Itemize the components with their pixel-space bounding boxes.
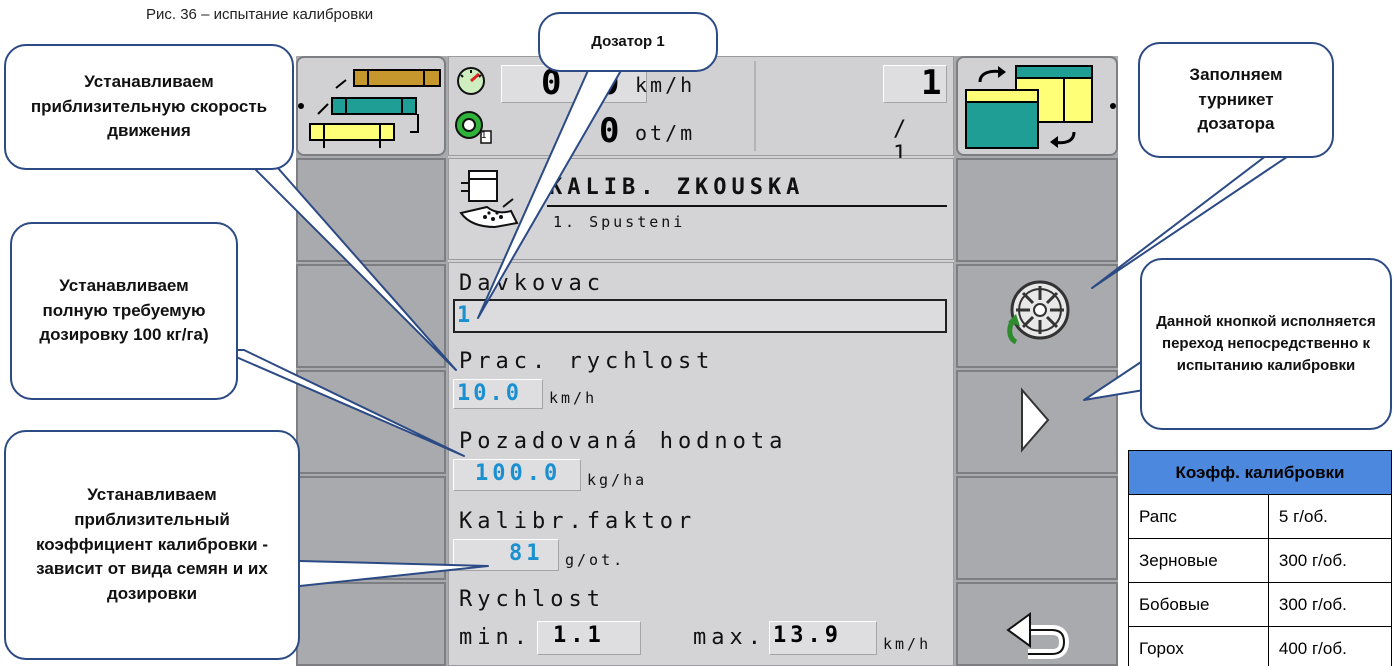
rotation-sensor-icon [455,111,492,144]
isobus-terminal: 1 0 0 km/h 0 ot/m 1 / 1 KALIB. ZKOUSKA 1… [296,56,1118,666]
title-pane: KALIB. ZKOUSKA 1. Spusteni [448,158,954,260]
callout-next-text: Данной кнопкой исполняется переход непос… [1156,313,1376,374]
table-row: Зерновые 300 г/об. [1128,538,1393,583]
table-cell-crop: Рапс [1128,494,1269,539]
softkey-next-button[interactable] [956,370,1118,474]
min-label: min. [459,625,532,650]
callout-dosing: Дозатор 1 [538,12,718,72]
max-value: 13.9 [773,623,842,648]
callout-speed: Устанавливаем приблизительную скорость д… [4,44,294,170]
dosing-label: Davkovac [459,271,605,296]
dosing-value: 1 [457,303,471,328]
range-unit: km/h [883,635,932,653]
machine-diagram-icon [298,69,441,148]
table-cell-value: 300 г/об. [1267,582,1393,627]
return-arrow-icon [1006,612,1070,659]
callout-fill-text: Заполняем турникет дозатора [1189,65,1283,134]
callout-factor: Устанавливаем приблизительный коэффициен… [4,430,300,660]
rate-field-value: 100.0 [475,461,562,486]
form-pane: Davkovac 1 Prac. rychlost 10.0 km/h Poza… [448,262,954,666]
callout-fill: Заполняем турникет дозатора [1138,42,1334,158]
table-cell-crop: Бобовые [1128,582,1269,627]
softkey-rotate-dosing[interactable] [956,264,1118,368]
speed-unit: km/h [635,73,696,97]
factor-field-unit: g/ot. [565,551,626,569]
play-arrow-icon [1021,387,1050,453]
speed-label: Prac. rychlost [459,349,715,374]
figure-caption: Рис. 36 – испытание калибровки [146,6,374,23]
rev-unit: ot/m [635,121,696,145]
dosing-field[interactable] [453,299,947,333]
callout-factor-text: Устанавливаем приблизительный коэффициен… [36,485,268,603]
speed-field-value: 10.0 [457,381,522,406]
table-cell-value: 5 г/об. [1267,494,1393,539]
softkey-left-3[interactable] [296,264,446,368]
softkey-left-1[interactable] [296,56,446,156]
table-header: Коэфф. калибровки [1128,450,1392,495]
table-row: Рапс 5 г/об. [1128,494,1393,539]
dosing-wheel-icon [1007,280,1070,345]
title-underline [547,205,947,207]
table-cell-crop: Горох [1128,626,1269,666]
speed-field-unit: km/h [549,389,598,407]
max-label: max. [693,625,766,650]
min-value: 1.1 [553,623,605,648]
screen-subtitle: 1. Spusteni [553,213,686,231]
softkey-right-2[interactable] [956,158,1118,262]
table-row: Бобовые 300 г/об. [1128,582,1393,627]
sensor-index: 1 [481,131,487,141]
softkey-right-5[interactable] [956,476,1118,580]
terminal-screen: 1 0 0 km/h 0 ot/m 1 / 1 KALIB. ZKOUSKA 1… [448,56,954,666]
calibration-table: Коэфф. калибровки Рапс 5 г/об. Зерновые 30… [1128,450,1393,666]
softkey-back-button[interactable] [956,582,1118,666]
softkey-fill-dosing[interactable] [956,56,1118,156]
rev-value: 0 [599,111,620,151]
callout-rate-text: Устанавливаем полную требуемую дозировку… [39,276,209,345]
rate-field-unit: kg/ha [587,471,648,489]
speedometer-icon [457,67,485,95]
screen-title: KALIB. ZKOUSKA [549,175,805,200]
table-cell-crop: Зерновые [1128,538,1269,583]
softkey-left-5[interactable] [296,476,446,580]
divider [754,61,756,151]
dosing-fill-icon [965,65,1116,149]
rate-label: Pozadovaná hodnota [459,429,788,454]
callout-rate: Устанавливаем полную требуемую дозировку… [10,222,238,400]
factor-label: Kalibr.faktor [459,509,697,534]
table-cell-value: 300 г/об. [1267,538,1393,583]
range-label: Rychlost [459,587,605,612]
callout-next: Данной кнопкой исполняется переход непос… [1140,258,1392,430]
calibration-icon [459,170,519,229]
callout-dosing-text: Дозатор 1 [591,33,665,51]
table-row: Горох 400 г/об. [1128,626,1393,666]
table-cell-value: 400 г/об. [1267,626,1393,666]
softkey-left-6[interactable] [296,582,446,666]
counter-top: 1 [921,63,942,103]
softkey-left-4[interactable] [296,370,446,474]
softkey-left-2[interactable] [296,158,446,262]
factor-field-value: 81 [509,541,544,566]
callout-speed-text: Устанавливаем приблизительную скорость д… [30,72,268,141]
